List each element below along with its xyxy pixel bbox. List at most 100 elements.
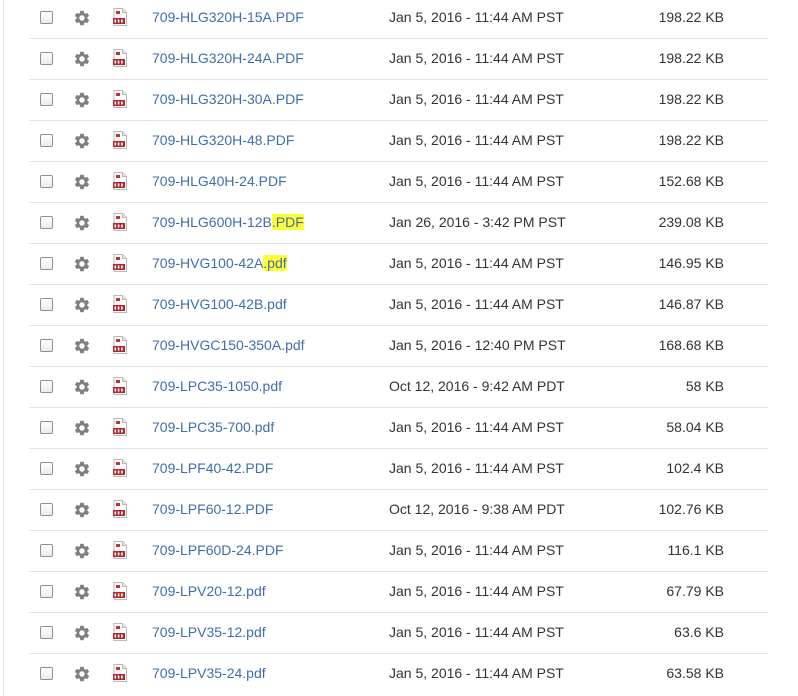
file-date: Jan 5, 2016 - 11:44 AM PST <box>389 50 564 66</box>
row-checkbox[interactable] <box>40 585 53 598</box>
file-row: 709-HLG600H-12B.PDF Jan 26, 2016 - 3:42 … <box>29 203 768 244</box>
file-size: 116.1 KB <box>667 542 724 558</box>
file-name-link[interactable]: 709-HVGC150-350A.pdf <box>152 337 305 353</box>
gear-icon[interactable] <box>73 337 91 355</box>
file-name-base: 709-LPF60D-24 <box>152 542 252 558</box>
file-date: Jan 5, 2016 - 11:44 AM PST <box>389 665 564 681</box>
gear-icon[interactable] <box>73 91 91 109</box>
row-checkbox[interactable] <box>40 52 53 65</box>
file-size: 239.08 KB <box>658 214 724 230</box>
row-checkbox[interactable] <box>40 175 53 188</box>
gear-icon[interactable] <box>73 296 91 314</box>
row-checkbox[interactable] <box>40 380 53 393</box>
file-name-base: 709-LPV35-24 <box>152 665 243 681</box>
file-name-link[interactable]: 709-LPC35-1050.pdf <box>152 378 282 394</box>
pdf-file-icon <box>113 377 127 395</box>
gear-icon[interactable] <box>73 624 91 642</box>
file-name-link[interactable]: 709-LPF60D-24.PDF <box>152 542 284 558</box>
pdf-file-icon <box>113 582 127 600</box>
gear-icon[interactable] <box>73 50 91 68</box>
file-name-link[interactable]: 709-LPV35-12.pdf <box>152 624 266 640</box>
file-date: Jan 5, 2016 - 11:44 AM PST <box>389 173 564 189</box>
row-checkbox[interactable] <box>40 544 53 557</box>
left-border <box>3 0 4 696</box>
gear-icon[interactable] <box>73 378 91 396</box>
file-name-link[interactable]: 709-LPF40-42.PDF <box>152 460 273 476</box>
gear-icon[interactable] <box>73 9 91 27</box>
file-size: 152.68 KB <box>658 173 724 189</box>
file-extension: .pdf <box>258 378 282 394</box>
file-extension: .PDF <box>271 50 304 66</box>
gear-icon[interactable] <box>73 132 91 150</box>
gear-icon[interactable] <box>73 460 91 478</box>
row-checkbox[interactable] <box>40 421 53 434</box>
file-name-link[interactable]: 709-LPV20-12.pdf <box>152 583 266 599</box>
gear-icon[interactable] <box>73 583 91 601</box>
file-date: Jan 5, 2016 - 11:44 AM PST <box>389 255 564 271</box>
row-checkbox[interactable] <box>40 93 53 106</box>
file-name-link[interactable]: 709-LPV35-24.pdf <box>152 665 266 681</box>
pdf-file-icon <box>113 500 127 518</box>
gear-icon[interactable] <box>73 214 91 232</box>
file-name-base: 709-HLG320H-24A <box>152 50 272 66</box>
row-checkbox[interactable] <box>40 11 53 24</box>
file-name-link[interactable]: 709-HVG100-42A.pdf <box>152 255 287 271</box>
pdf-file-icon <box>113 418 127 436</box>
gear-icon[interactable] <box>73 255 91 273</box>
file-size: 198.22 KB <box>658 9 724 25</box>
file-name-base: 709-LPF60-12 <box>152 501 242 517</box>
pdf-file-icon <box>113 213 127 231</box>
row-checkbox[interactable] <box>40 216 53 229</box>
file-name-link[interactable]: 709-HLG320H-15A.PDF <box>152 9 304 25</box>
gear-icon[interactable] <box>73 665 91 683</box>
file-row: 709-LPV20-12.pdf Jan 5, 2016 - 11:44 AM … <box>29 572 768 613</box>
file-date: Oct 12, 2016 - 9:42 AM PDT <box>389 378 565 394</box>
file-name-link[interactable]: 709-HLG320H-48.PDF <box>152 132 294 148</box>
file-row: 709-LPV35-12.pdf Jan 5, 2016 - 11:44 AM … <box>29 613 768 654</box>
file-name-base: 709-HLG40H-24 <box>152 173 255 189</box>
row-checkbox[interactable] <box>40 667 53 680</box>
row-checkbox[interactable] <box>40 298 53 311</box>
file-size: 102.76 KB <box>658 501 724 517</box>
pdf-file-icon <box>113 90 127 108</box>
pdf-file-icon <box>113 664 127 682</box>
file-name-link[interactable]: 709-HLG320H-24A.PDF <box>152 50 304 66</box>
file-row: 709-HLG320H-30A.PDF Jan 5, 2016 - 11:44 … <box>29 80 768 121</box>
file-row: 709-HVG100-42B.pdf Jan 5, 2016 - 11:44 A… <box>29 285 768 326</box>
file-name-base: 709-LPC35-700 <box>152 419 251 435</box>
row-checkbox[interactable] <box>40 339 53 352</box>
gear-icon[interactable] <box>73 173 91 191</box>
file-name-link[interactable]: 709-HLG40H-24.PDF <box>152 173 287 189</box>
file-extension: .PDF <box>271 214 304 230</box>
file-size: 58 KB <box>685 378 724 394</box>
pdf-file-icon <box>113 8 127 26</box>
file-name-base: 709-HVGC150-350A <box>152 337 282 353</box>
file-row: 709-LPF60D-24.PDF Jan 5, 2016 - 11:44 AM… <box>29 531 768 572</box>
file-name-base: 709-LPC35-1050 <box>152 378 259 394</box>
gear-icon[interactable] <box>73 501 91 519</box>
file-extension: .PDF <box>254 173 287 189</box>
file-name-link[interactable]: 709-HLG320H-30A.PDF <box>152 91 304 107</box>
pdf-file-icon <box>113 459 127 477</box>
file-size: 102.4 KB <box>666 460 724 476</box>
file-size: 63.58 KB <box>666 665 724 681</box>
file-extension: .PDF <box>251 542 284 558</box>
row-checkbox[interactable] <box>40 257 53 270</box>
file-date: Jan 5, 2016 - 11:44 AM PST <box>389 296 564 312</box>
file-extension: .pdf <box>242 583 266 599</box>
file-name-base: 709-LPV20-12 <box>152 583 243 599</box>
pdf-file-icon <box>113 541 127 559</box>
row-checkbox[interactable] <box>40 626 53 639</box>
file-name-link[interactable]: 709-LPF60-12.PDF <box>152 501 273 517</box>
row-checkbox[interactable] <box>40 134 53 147</box>
file-name-link[interactable]: 709-HVG100-42B.pdf <box>152 296 287 312</box>
row-checkbox[interactable] <box>40 503 53 516</box>
file-name-link[interactable]: 709-LPC35-700.pdf <box>152 419 274 435</box>
gear-icon[interactable] <box>73 542 91 560</box>
file-name-base: 709-HVG100-42A <box>152 255 264 271</box>
pdf-file-icon <box>113 49 127 67</box>
file-name-link[interactable]: 709-HLG600H-12B.PDF <box>152 214 304 230</box>
row-checkbox[interactable] <box>40 462 53 475</box>
gear-icon[interactable] <box>73 419 91 437</box>
file-date: Jan 5, 2016 - 11:44 AM PST <box>389 9 564 25</box>
